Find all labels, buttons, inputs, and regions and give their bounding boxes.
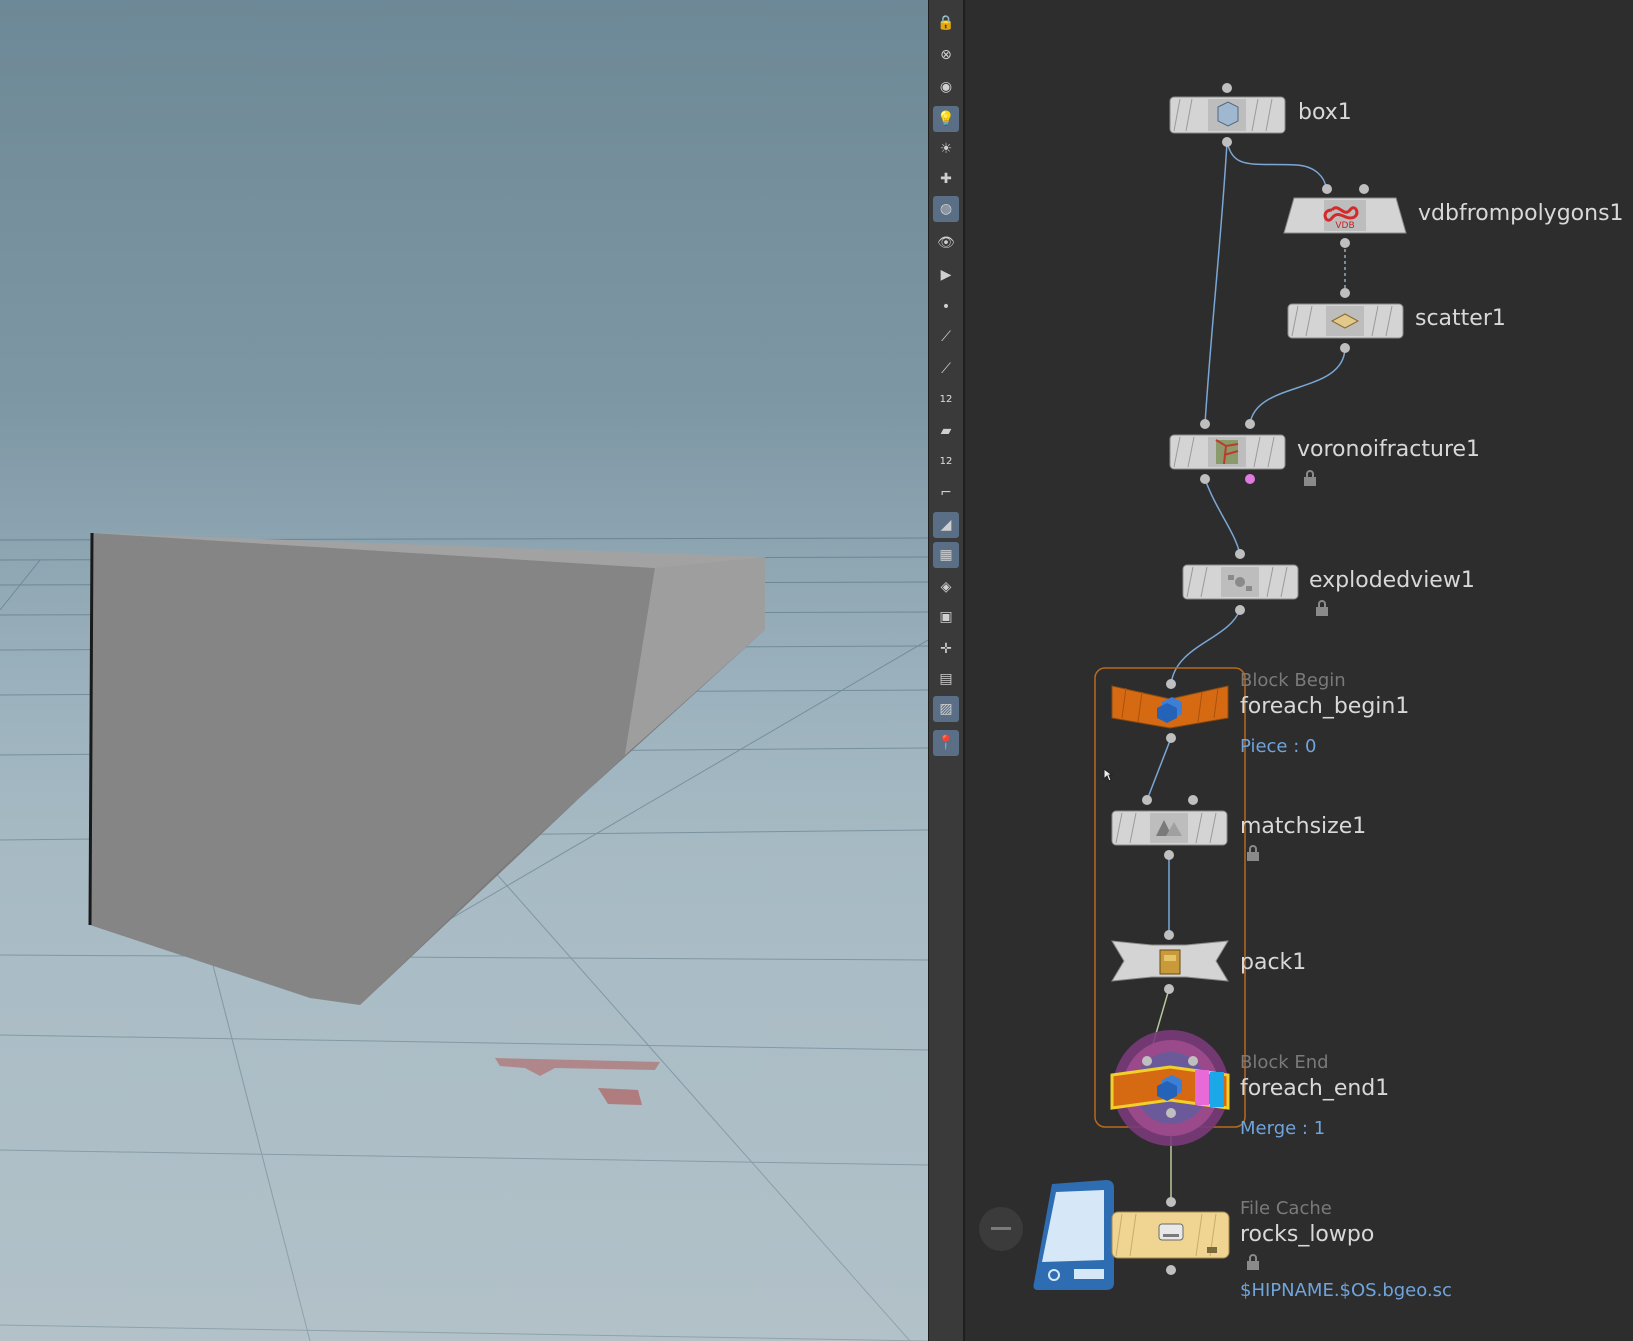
- geometry-icon[interactable]: ▣: [933, 604, 959, 630]
- node-explodedview1[interactable]: [1182, 549, 1299, 615]
- wire-exploded-foreachbegin[interactable]: [1170, 609, 1241, 685]
- node-matchsize1[interactable]: [1111, 795, 1228, 860]
- pack-icon: [1159, 949, 1181, 975]
- vertex-normals-icon[interactable]: ⟋: [933, 356, 959, 382]
- node-type-block-begin: Block Begin: [1240, 670, 1346, 691]
- bypass-toggle-icon[interactable]: [979, 1207, 1023, 1251]
- node-label-matchsize1[interactable]: matchsize1: [1240, 814, 1366, 839]
- wire-box1-vdb[interactable]: [1226, 141, 1327, 189]
- lock-icon[interactable]: [1246, 845, 1260, 861]
- curve-icon[interactable]: ⌐: [933, 480, 959, 506]
- point-numbers-icon[interactable]: 12: [933, 386, 959, 412]
- tool-badge: 12: [939, 455, 953, 467]
- node-label-box1[interactable]: box1: [1298, 100, 1352, 125]
- node-scatter1[interactable]: [1287, 288, 1404, 353]
- node-foreach-begin1[interactable]: [1111, 679, 1229, 743]
- lock-icon[interactable]: [1315, 600, 1329, 616]
- node-type-file-cache: File Cache: [1240, 1198, 1332, 1219]
- camera-menu-icon[interactable]: ◉: [933, 74, 959, 100]
- node-label-pack1[interactable]: pack1: [1240, 950, 1306, 975]
- shading-icon[interactable]: ◍: [933, 196, 959, 222]
- lock-icon[interactable]: 🔒: [933, 10, 959, 36]
- background-icon[interactable]: ▨: [933, 696, 959, 722]
- mouse-cursor-icon: [1103, 768, 1113, 782]
- node-label-voronoifracture1[interactable]: voronoifracture1: [1297, 437, 1480, 462]
- grid-icon[interactable]: ▤: [933, 666, 959, 692]
- node-vdbfrompolygons1[interactable]: VDB: [1283, 184, 1407, 248]
- tool-badge: 12: [939, 393, 953, 405]
- wire-foreachbegin-matchsize[interactable]: [1146, 737, 1172, 801]
- light-add-icon[interactable]: ✚: [933, 166, 959, 192]
- node-label-scatter1[interactable]: scatter1: [1415, 306, 1506, 331]
- node-info-file-path: $HIPNAME.$OS.bgeo.sc: [1240, 1280, 1452, 1301]
- node-label-vdbfrompolygons1[interactable]: vdbfrompolygons1: [1418, 201, 1624, 226]
- snap-icon[interactable]: 📍: [933, 730, 959, 756]
- node-label-foreach-begin1[interactable]: foreach_begin1: [1240, 694, 1409, 719]
- visualizer-icon[interactable]: ▶: [933, 262, 959, 288]
- file-cache-disk-icon: [1033, 1180, 1114, 1290]
- light-icon[interactable]: ☀: [933, 136, 959, 162]
- normals-icon[interactable]: ⟋: [933, 324, 959, 350]
- prim-normals-icon[interactable]: ▰: [933, 418, 959, 444]
- node-type-block-end: Block End: [1240, 1052, 1329, 1073]
- ghost-icon[interactable]: ⊗: [933, 42, 959, 68]
- box-icon: [1217, 101, 1239, 127]
- uv-checker-icon[interactable]: ▦: [933, 542, 959, 568]
- wireframe-toggle-icon[interactable]: ◢: [933, 512, 959, 538]
- viewport[interactable]: [0, 0, 928, 1341]
- wire-scatter-voronoi[interactable]: [1249, 347, 1346, 425]
- wire-box1-voronoi[interactable]: [1204, 141, 1228, 425]
- svg-text:VDB: VDB: [1335, 221, 1354, 231]
- node-voronoifracture1[interactable]: [1169, 419, 1286, 484]
- network-editor[interactable]: VDB box1 vdbfrompolygons1 scatter1 voron…: [966, 0, 1633, 1341]
- headlight-icon[interactable]: 💡: [933, 106, 959, 132]
- lock-icon[interactable]: [1303, 470, 1317, 486]
- disk-icon: [1158, 1223, 1184, 1241]
- node-info-piece: Piece : 0: [1240, 736, 1317, 757]
- node-pack1[interactable]: [1111, 930, 1229, 994]
- lock-icon[interactable]: [1246, 1254, 1260, 1270]
- textures-icon[interactable]: ◈: [933, 574, 959, 600]
- node-info-merge: Merge : 1: [1240, 1118, 1326, 1139]
- display-options-icon[interactable]: 👁: [933, 230, 959, 256]
- prim-numbers-icon[interactable]: 12: [933, 448, 959, 474]
- node-label-foreach-end1[interactable]: foreach_end1: [1240, 1076, 1389, 1101]
- wire-voronoi-exploded[interactable]: [1204, 478, 1241, 555]
- node-rocks-lowpo[interactable]: [1111, 1197, 1230, 1275]
- display-toolbar: 🔒 ⊗ ◉ 💡 ☀ ✚ ◍ 👁 ▶ • ⟋ ⟋ 12 ▰ 12 ⌐ ◢ ▦ ◈ ▣ ✛ ▤ ▨ 📍: [928, 0, 965, 1341]
- node-box1[interactable]: [1169, 83, 1286, 147]
- voronoi-icon: [1215, 439, 1239, 465]
- handles-icon[interactable]: ✛: [933, 636, 959, 662]
- node-label-rocks-lowpo[interactable]: rocks_lowpo: [1240, 1222, 1374, 1247]
- point-icon[interactable]: •: [933, 294, 959, 320]
- node-label-explodedview1[interactable]: explodedview1: [1309, 568, 1475, 593]
